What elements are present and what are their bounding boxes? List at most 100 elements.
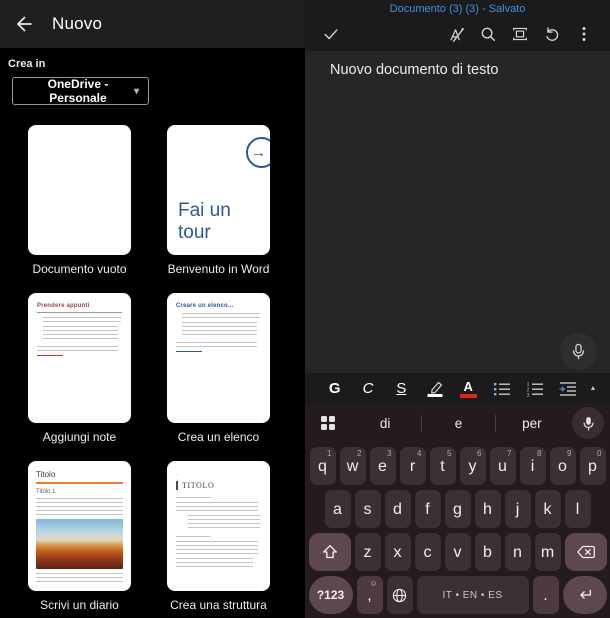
key-u[interactable]: 7u (489, 447, 516, 485)
italic-label: C (362, 380, 374, 397)
bold-button[interactable]: G (318, 375, 351, 403)
dictation-button[interactable] (560, 333, 597, 370)
key-e[interactable]: 3e (369, 447, 396, 485)
keyboard-row-2: asdfghjkl (308, 490, 607, 528)
template-aggiungi-note[interactable]: Prendere appunti Aggiungi note (28, 293, 131, 444)
highlight-button[interactable] (418, 375, 451, 403)
key-s[interactable]: s (354, 490, 381, 528)
key-q[interactable]: 1q (309, 447, 336, 485)
collapse-toolbar-button[interactable]: ▲ (585, 385, 601, 392)
editor-actions-row (305, 19, 610, 51)
key-i[interactable]: 8i (519, 447, 546, 485)
location-dropdown[interactable]: OneDrive - Personale ▾ (12, 77, 149, 105)
preview-text-lines (188, 515, 261, 528)
new-document-panel: Nuovo Crea in OneDrive - Personale ▾ Doc… (0, 0, 305, 618)
backspace-icon (576, 545, 595, 559)
key-b[interactable]: b (474, 533, 501, 571)
key-j[interactable]: j (504, 490, 531, 528)
suggestion-2[interactable]: e (422, 416, 494, 431)
mobile-view-button[interactable] (507, 21, 533, 47)
preview-text-lines (43, 326, 118, 339)
template-card-journal: Titolo Titolo 1 (28, 461, 131, 591)
highlighter-icon (427, 381, 443, 397)
template-scrivi-un-diario[interactable]: Titolo Titolo 1 Scrivi un diario (28, 461, 131, 612)
shift-key[interactable] (308, 533, 351, 571)
key-long-press-hint: 4 (417, 449, 422, 458)
undo-button[interactable] (539, 21, 565, 47)
preview-text-lines (36, 498, 123, 503)
overflow-menu-button[interactable] (571, 21, 597, 47)
suggestion-3[interactable]: per (496, 416, 568, 431)
key-c[interactable]: c (414, 533, 441, 571)
keyboard-features-button[interactable] (311, 406, 345, 440)
voice-input-button[interactable] (572, 407, 604, 439)
key-r[interactable]: 4r (399, 447, 426, 485)
key-z[interactable]: z (354, 533, 381, 571)
key-a[interactable]: a (324, 490, 351, 528)
preview-text-lines (176, 558, 253, 567)
underline-button[interactable]: S (385, 375, 418, 403)
italic-button[interactable]: C (351, 375, 384, 403)
key-t[interactable]: 5t (429, 447, 456, 485)
preview-text-lines (182, 313, 261, 318)
key-k[interactable]: k (534, 490, 561, 528)
suggestion-cells: di e per (349, 414, 568, 432)
template-card-notes: Prendere appunti (28, 293, 131, 423)
bullet-list-button[interactable] (485, 375, 518, 403)
preview-text-lines (36, 573, 123, 582)
key-n[interactable]: n (504, 533, 531, 571)
enter-icon (579, 589, 591, 599)
template-benvenuto-in-word[interactable]: → Fai un tour Benvenuto in Word (167, 125, 270, 276)
language-globe-key[interactable] (386, 576, 413, 614)
key-long-press-hint: 9 (567, 449, 572, 458)
document-canvas[interactable]: Nuovo documento di testo (305, 51, 610, 373)
microphone-icon (582, 416, 594, 430)
ink-editor-button[interactable] (443, 21, 469, 47)
outline-preview-title: TITOLO (176, 481, 261, 490)
grid-icon (321, 416, 335, 430)
indent-button[interactable] (552, 375, 585, 403)
key-h[interactable]: h (474, 490, 501, 528)
back-button[interactable] (14, 14, 34, 34)
key-g[interactable]: g (444, 490, 471, 528)
key-v[interactable]: v (444, 533, 471, 571)
key-y[interactable]: 6y (459, 447, 486, 485)
font-color-button[interactable]: A (452, 375, 485, 403)
page-title: Nuovo (52, 14, 103, 33)
underline-label: S (396, 380, 407, 397)
comma-key[interactable]: ☺ , (356, 576, 383, 614)
key-w[interactable]: 2w (339, 447, 366, 485)
key-p[interactable]: 0p (579, 447, 606, 485)
enter-key[interactable] (562, 576, 607, 614)
spacebar[interactable]: IT • EN • ES (416, 576, 529, 614)
key-m[interactable]: m (534, 533, 561, 571)
template-card-blank (28, 125, 131, 255)
document-editor-panel: Documento (3) (3) - Salvato Nuovo docume… (305, 0, 610, 618)
key-d[interactable]: d (384, 490, 411, 528)
key-x[interactable]: x (384, 533, 411, 571)
done-button[interactable] (318, 21, 344, 47)
search-button[interactable] (475, 21, 501, 47)
emoji-icon: ☺ (369, 579, 378, 588)
keyboard-row-3: zxcvbnm (308, 533, 607, 571)
outline-preview-dots: ... (176, 471, 180, 476)
template-crea-un-elenco[interactable]: Creare un elenco... Crea un elenco (167, 293, 270, 444)
undo-icon (546, 27, 559, 41)
numbered-list-button[interactable]: 1 2 3 (518, 375, 551, 403)
preview-text-lines (176, 502, 258, 511)
notes-preview-heading: Prendere appunti (37, 303, 90, 309)
preview-text-lines (36, 506, 123, 515)
backspace-key[interactable] (564, 533, 607, 571)
key-l[interactable]: l (564, 490, 591, 528)
template-crea-una-struttura[interactable]: ... TITOLO Crea una struttura (167, 461, 270, 612)
key-o[interactable]: 9o (549, 447, 576, 485)
key-long-press-hint: 1 (327, 449, 332, 458)
template-documento-vuoto[interactable]: Documento vuoto (28, 125, 131, 276)
symbols-key[interactable]: ?123 (308, 576, 353, 614)
template-label: Crea una struttura (170, 598, 267, 612)
microphone-icon (572, 343, 585, 360)
editor-topbar: Documento (3) (3) - Salvato (305, 0, 610, 51)
key-f[interactable]: f (414, 490, 441, 528)
suggestion-1[interactable]: di (349, 416, 421, 431)
period-key[interactable]: . (532, 576, 559, 614)
